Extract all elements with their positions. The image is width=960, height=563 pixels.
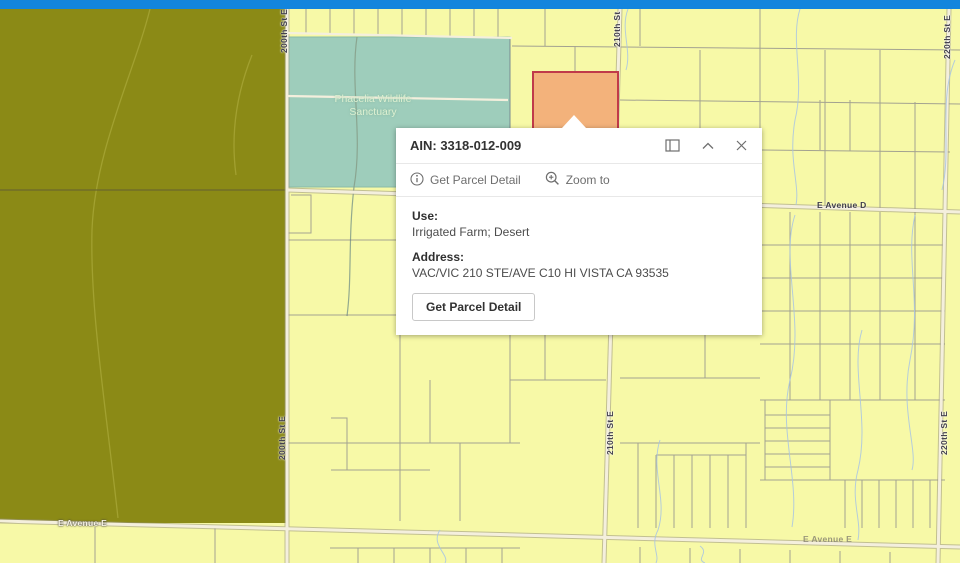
popup-title: AIN: 3318-012-009 [410, 138, 664, 153]
parcel-popup: AIN: 3318-012-009 [396, 128, 762, 335]
info-icon [410, 172, 424, 189]
get-parcel-detail-action[interactable]: Get Parcel Detail [410, 172, 521, 189]
use-field-value: Irrigated Farm; Desert [412, 225, 746, 239]
browser-top-bar [0, 0, 960, 9]
dock-icon[interactable] [664, 138, 681, 153]
address-field-label: Address: [412, 250, 746, 264]
map-viewport[interactable]: 200th St E 200th St E 210th St 210th St … [0, 0, 960, 563]
zoom-to-action[interactable]: Zoom to [545, 171, 610, 189]
get-parcel-detail-action-label: Get Parcel Detail [430, 173, 521, 187]
zoom-to-action-label: Zoom to [566, 173, 610, 187]
popup-action-bar: Get Parcel Detail Zoom to [396, 163, 762, 197]
popup-window-controls [664, 138, 748, 153]
address-field-value: VAC/VIC 210 STE/AVE C10 HI VISTA CA 9353… [412, 266, 746, 280]
desert-area-polygon [0, 9, 287, 523]
zoom-in-icon [545, 171, 560, 189]
popup-header: AIN: 3318-012-009 [396, 128, 762, 163]
collapse-icon[interactable] [701, 141, 715, 151]
popup-body: Use: Irrigated Farm; Desert Address: VAC… [396, 197, 762, 335]
popup-pointer [562, 115, 586, 128]
close-icon[interactable] [735, 139, 748, 152]
use-field-label: Use: [412, 209, 746, 223]
get-parcel-detail-button[interactable]: Get Parcel Detail [412, 293, 535, 321]
